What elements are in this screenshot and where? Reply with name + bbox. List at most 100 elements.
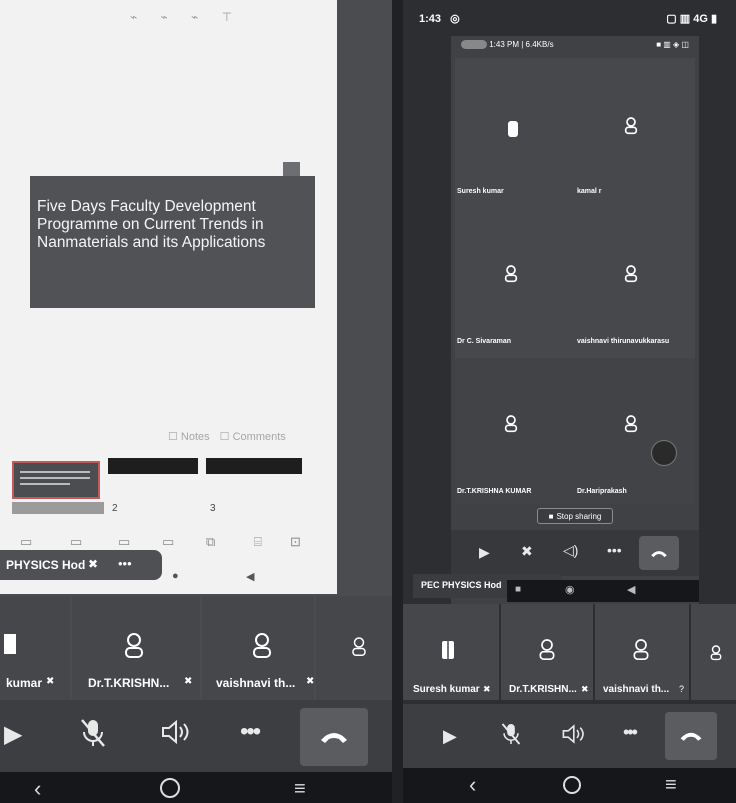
tool-icon[interactable]: ▭ (118, 534, 130, 550)
participant-tile[interactable]: vaishnavi th... ? (595, 604, 689, 700)
participant-name: Dr.T.KRISHNA KUMAR (457, 488, 532, 495)
video-off-icon[interactable]: ▶ (443, 726, 457, 747)
speaker-icon[interactable] (561, 724, 585, 744)
participant-tile[interactable] (316, 596, 392, 700)
notes-button[interactable]: ☐ Notes (168, 430, 210, 446)
end-call-icon (321, 733, 347, 743)
speaker-icon[interactable]: ◁) (563, 542, 578, 559)
tool-icon[interactable]: ⧉ (206, 534, 215, 550)
android-nav-bar: ‹ ≡ (0, 772, 392, 803)
participant-tile[interactable]: Dr.T.KRISHN... ✖ (72, 596, 200, 700)
slide-toolbar[interactable]: ⌁ ⌁ ⌁ ⊤ (130, 10, 330, 28)
mic-off-icon: ✖ (581, 684, 589, 694)
home-icon[interactable] (160, 778, 180, 798)
participant-strip: kumar ✖ Dr.T.KRISHN... ✖ vaishnavi th...… (0, 596, 392, 700)
whatsapp-icon: ◎ (450, 13, 460, 25)
mic-off-icon[interactable] (501, 722, 521, 746)
pip-status-bar: 1:43 PM | 6.4KB/s ■ ▥ ◈ ◫ (461, 40, 689, 54)
end-call-button[interactable] (639, 536, 679, 570)
mic-off-icon: ? (679, 684, 685, 694)
participant-tile[interactable] (691, 604, 736, 700)
avatar-icon (250, 632, 274, 660)
pip-nav-bar: ■ ◉ ◀ (507, 580, 699, 602)
avatar-icon (537, 638, 557, 662)
tool-icon[interactable]: ▭ (162, 534, 174, 550)
more-icon[interactable]: ••• (118, 556, 132, 571)
back-icon[interactable]: ◀ (246, 570, 254, 583)
avatar-icon (623, 116, 639, 141)
call-controls: ▶ ••• (0, 700, 392, 772)
more-icon[interactable]: ••• (607, 542, 622, 558)
video-on-icon (441, 640, 455, 665)
video-off-icon[interactable]: ▶ (4, 720, 22, 749)
status-bar: 1:43 ◎ ▢ ▥ 4G ▮ (419, 12, 719, 28)
pip-window[interactable]: 1:43 PM | 6.4KB/s ■ ▥ ◈ ◫ Suresh kumar k… (413, 36, 699, 604)
recents-icon[interactable]: ≡ (294, 778, 306, 801)
speaker-icon[interactable] (160, 720, 190, 744)
back-icon[interactable]: ◀ (627, 583, 635, 596)
thumb-number-3: 3 (210, 503, 216, 514)
recents-icon[interactable]: ■ (515, 584, 521, 595)
participant-tile[interactable]: Suresh kumar ✖ (403, 604, 499, 700)
mic-off-icon: ✖ (46, 676, 55, 687)
recents-icon[interactable]: ≡ (665, 774, 677, 797)
home-icon[interactable]: ● (172, 570, 179, 582)
participant-tile[interactable]: Dr.T.KRISHN... ✖ (501, 604, 593, 700)
avatar-icon (623, 264, 639, 289)
notes-comments-row: ☐ Notes ☐ Comments (168, 430, 336, 446)
left-screenshot: ⌁ ⌁ ⌁ ⊤ Five Days Faculty Development Pr… (0, 0, 392, 803)
end-call-icon (651, 550, 667, 557)
slide-1-progress (12, 502, 104, 514)
mic-off-icon[interactable] (80, 718, 106, 748)
participant-name: vaishnavi th... (216, 676, 296, 690)
participant-name: kamal r (577, 188, 602, 195)
back-icon[interactable]: ‹ (34, 776, 41, 802)
back-icon[interactable]: ‹ (469, 772, 476, 798)
tool-icon[interactable]: ⌸ (254, 534, 262, 550)
slide-title: Five Days Faculty Development Programme … (37, 198, 266, 251)
participant-strip: Suresh kumar ✖ Dr.T.KRISHN... ✖ vaishnav… (403, 604, 736, 700)
thumb-number-2: 2 (112, 503, 118, 514)
slide-thumbnail-2[interactable] (108, 458, 198, 474)
mic-off-icon: ✖ (184, 676, 193, 687)
mic-off-icon: ✖ (306, 676, 315, 687)
mic-off-icon: ✖ (88, 557, 99, 571)
more-icon[interactable]: ••• (240, 718, 261, 746)
participant-name: Dr.Hariprakash (577, 488, 627, 495)
tool-icon[interactable]: ▭ (70, 534, 82, 550)
home-icon[interactable]: ◉ (565, 583, 575, 596)
participant-name: kumar (6, 676, 43, 690)
participant-name: Dr.T.KRISHN... (509, 684, 577, 695)
current-slide[interactable]: Five Days Faculty Development Programme … (30, 176, 315, 308)
pip-grid (455, 58, 695, 376)
comments-button[interactable]: ☐ Comments (220, 430, 286, 446)
slide-thumbnail-1[interactable] (12, 461, 100, 499)
tool-icon[interactable]: ▭ (20, 534, 32, 550)
avatar-icon (122, 632, 146, 660)
avatar-icon (631, 638, 651, 662)
avatar-icon (623, 414, 639, 439)
video-indicator (4, 634, 16, 654)
slide-viewer: ⌁ ⌁ ⌁ ⊤ Five Days Faculty Development Pr… (0, 0, 337, 594)
participant-name: Suresh kumar (413, 684, 480, 695)
tool-icon[interactable]: ⊡ (290, 534, 301, 550)
right-screenshot: 1:43 ◎ ▢ ▥ 4G ▮ 1:43 PM | 6.4KB/s ■ ▥ ◈ … (403, 0, 736, 803)
slide-thumbnail-3[interactable] (206, 458, 302, 474)
home-icon[interactable] (563, 776, 581, 794)
mic-off-icon[interactable]: ✖ (521, 543, 533, 560)
stop-icon: ■ (548, 511, 554, 521)
end-call-button[interactable] (300, 708, 368, 766)
host-bar[interactable]: PHYSICS Hod ✖ ••• (0, 550, 162, 580)
more-icon[interactable]: ••• (623, 722, 638, 743)
participant-tile[interactable]: vaishnavi th... ✖ (202, 596, 314, 700)
participant-name: vaishnavi th... (603, 684, 670, 695)
end-call-button[interactable] (665, 712, 717, 760)
participant-tile[interactable]: kumar ✖ (0, 596, 70, 700)
end-call-icon (680, 732, 702, 741)
avatar-icon (503, 264, 519, 289)
stop-sharing-button[interactable]: ■ Stop sharing (537, 508, 613, 524)
mic-off-icon: ✖ (483, 684, 491, 694)
pip-row-3 (455, 358, 695, 504)
video-off-icon[interactable]: ▶ (479, 544, 490, 561)
avatar-icon (503, 414, 519, 439)
